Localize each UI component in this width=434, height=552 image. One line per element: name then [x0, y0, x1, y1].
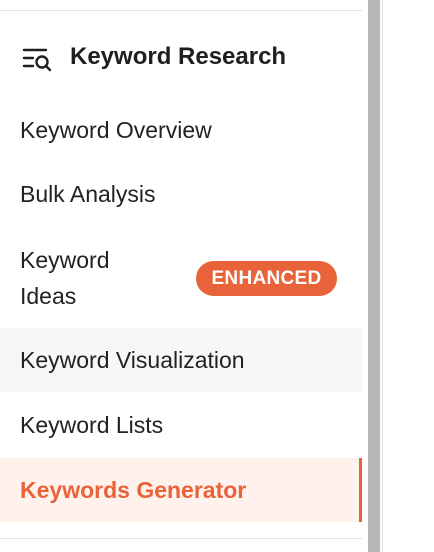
active-indicator [359, 458, 362, 522]
menu-item-bulk-analysis[interactable]: Bulk Analysis [0, 162, 362, 226]
menu-item-label: Keyword Visualization [20, 346, 245, 373]
section-title: Keyword Research [70, 43, 287, 70]
sidebar-scrollbar[interactable] [368, 0, 380, 552]
top-divider [0, 10, 362, 11]
sidebar-nav: Keyword Research Keyword Overview Bulk A… [0, 0, 362, 552]
menu-item-keyword-visualization[interactable]: Keyword Visualization [0, 328, 362, 392]
menu-item-keyword-lists[interactable]: Keyword Lists [0, 393, 362, 457]
menu-item-keywords-generator[interactable]: Keywords Generator [0, 458, 362, 522]
menu-item-label: Keyword Lists [20, 411, 164, 438]
menu-item-label: Bulk Analysis [20, 180, 156, 207]
enhanced-badge: ENHANCED [196, 261, 337, 296]
list-search-icon [22, 46, 54, 74]
bottom-divider [0, 538, 362, 539]
menu-item-label: Keywords Generator [20, 476, 247, 503]
content-divider [382, 0, 383, 552]
menu-item-label: Keyword Ideas [20, 247, 110, 309]
menu-item-keyword-overview[interactable]: Keyword Overview [0, 98, 362, 162]
section-header-keyword-research[interactable]: Keyword Research [0, 30, 362, 86]
menu-item-keyword-ideas[interactable]: Keyword Ideas ENHANCED [0, 228, 362, 328]
menu-item-label: Keyword Overview [20, 116, 212, 143]
